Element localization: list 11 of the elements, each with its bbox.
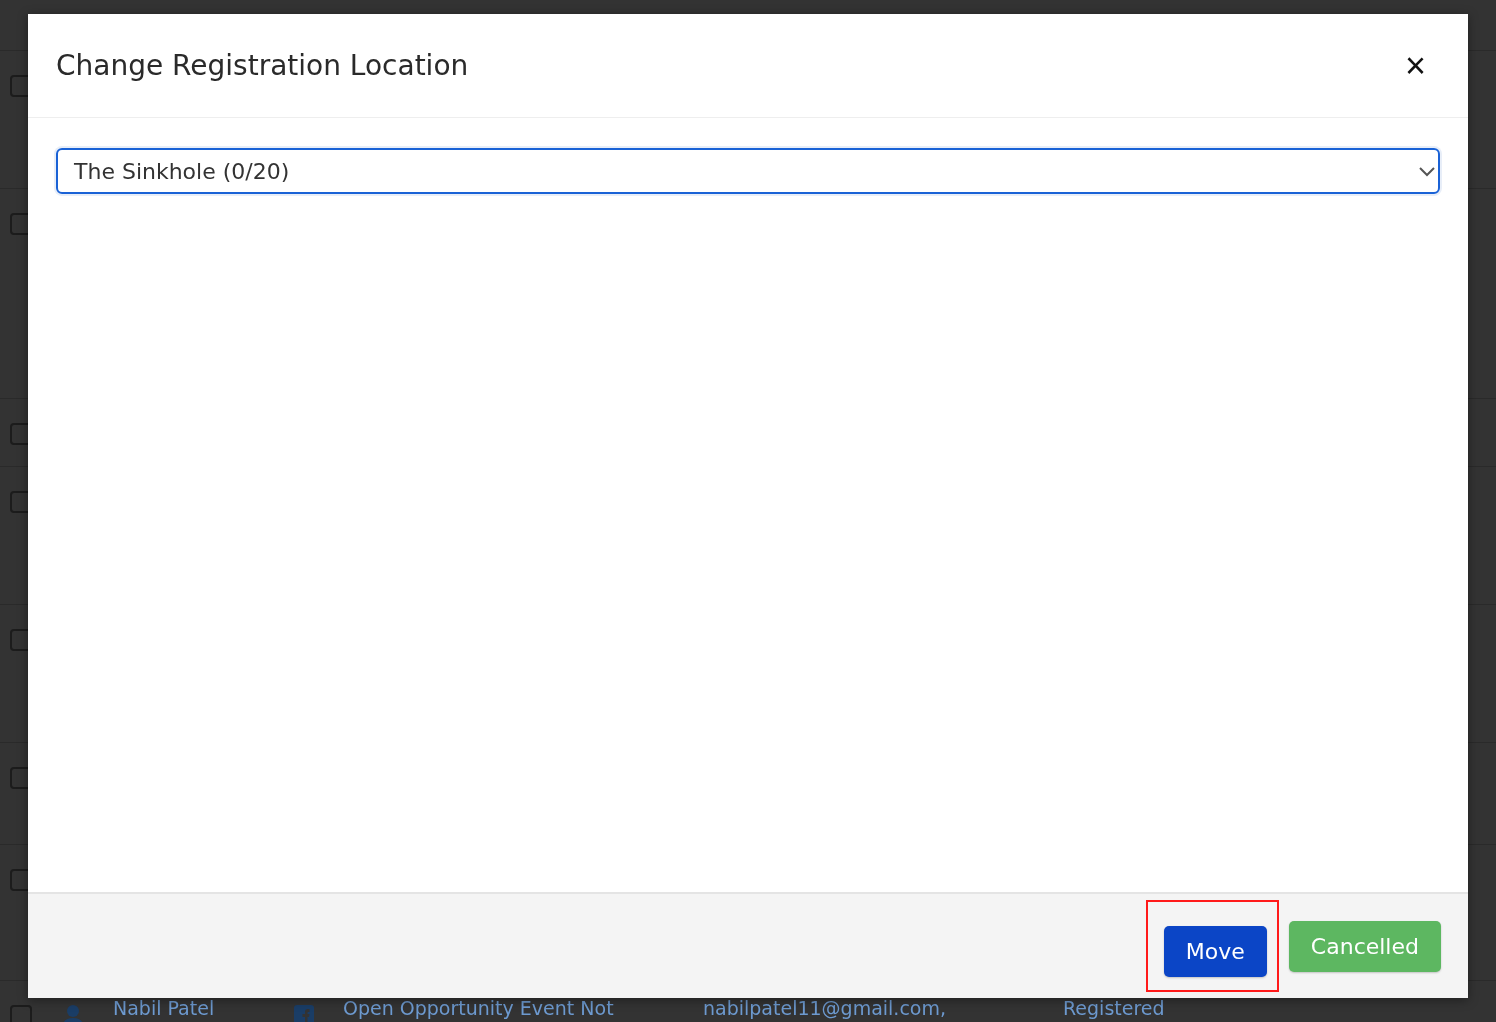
attendee-name[interactable]: Nabil Patel xyxy=(113,999,294,1018)
status-cell-text: Registered xyxy=(1063,999,1166,1018)
person-icon xyxy=(62,1005,84,1022)
move-button[interactable]: Move xyxy=(1163,926,1267,977)
email-cell-text: nabilpatel11@gmail.com, xyxy=(703,999,948,1018)
location-select[interactable]: The Sinkhole (0/20) xyxy=(56,148,1440,194)
close-button[interactable]: × xyxy=(1404,47,1426,84)
dialog-title: Change Registration Location xyxy=(56,49,469,82)
row-checkbox[interactable] xyxy=(10,1005,32,1022)
event-name: Open Opportunity Event Not xyxy=(343,999,615,1018)
chevron-down-icon xyxy=(1418,165,1436,177)
